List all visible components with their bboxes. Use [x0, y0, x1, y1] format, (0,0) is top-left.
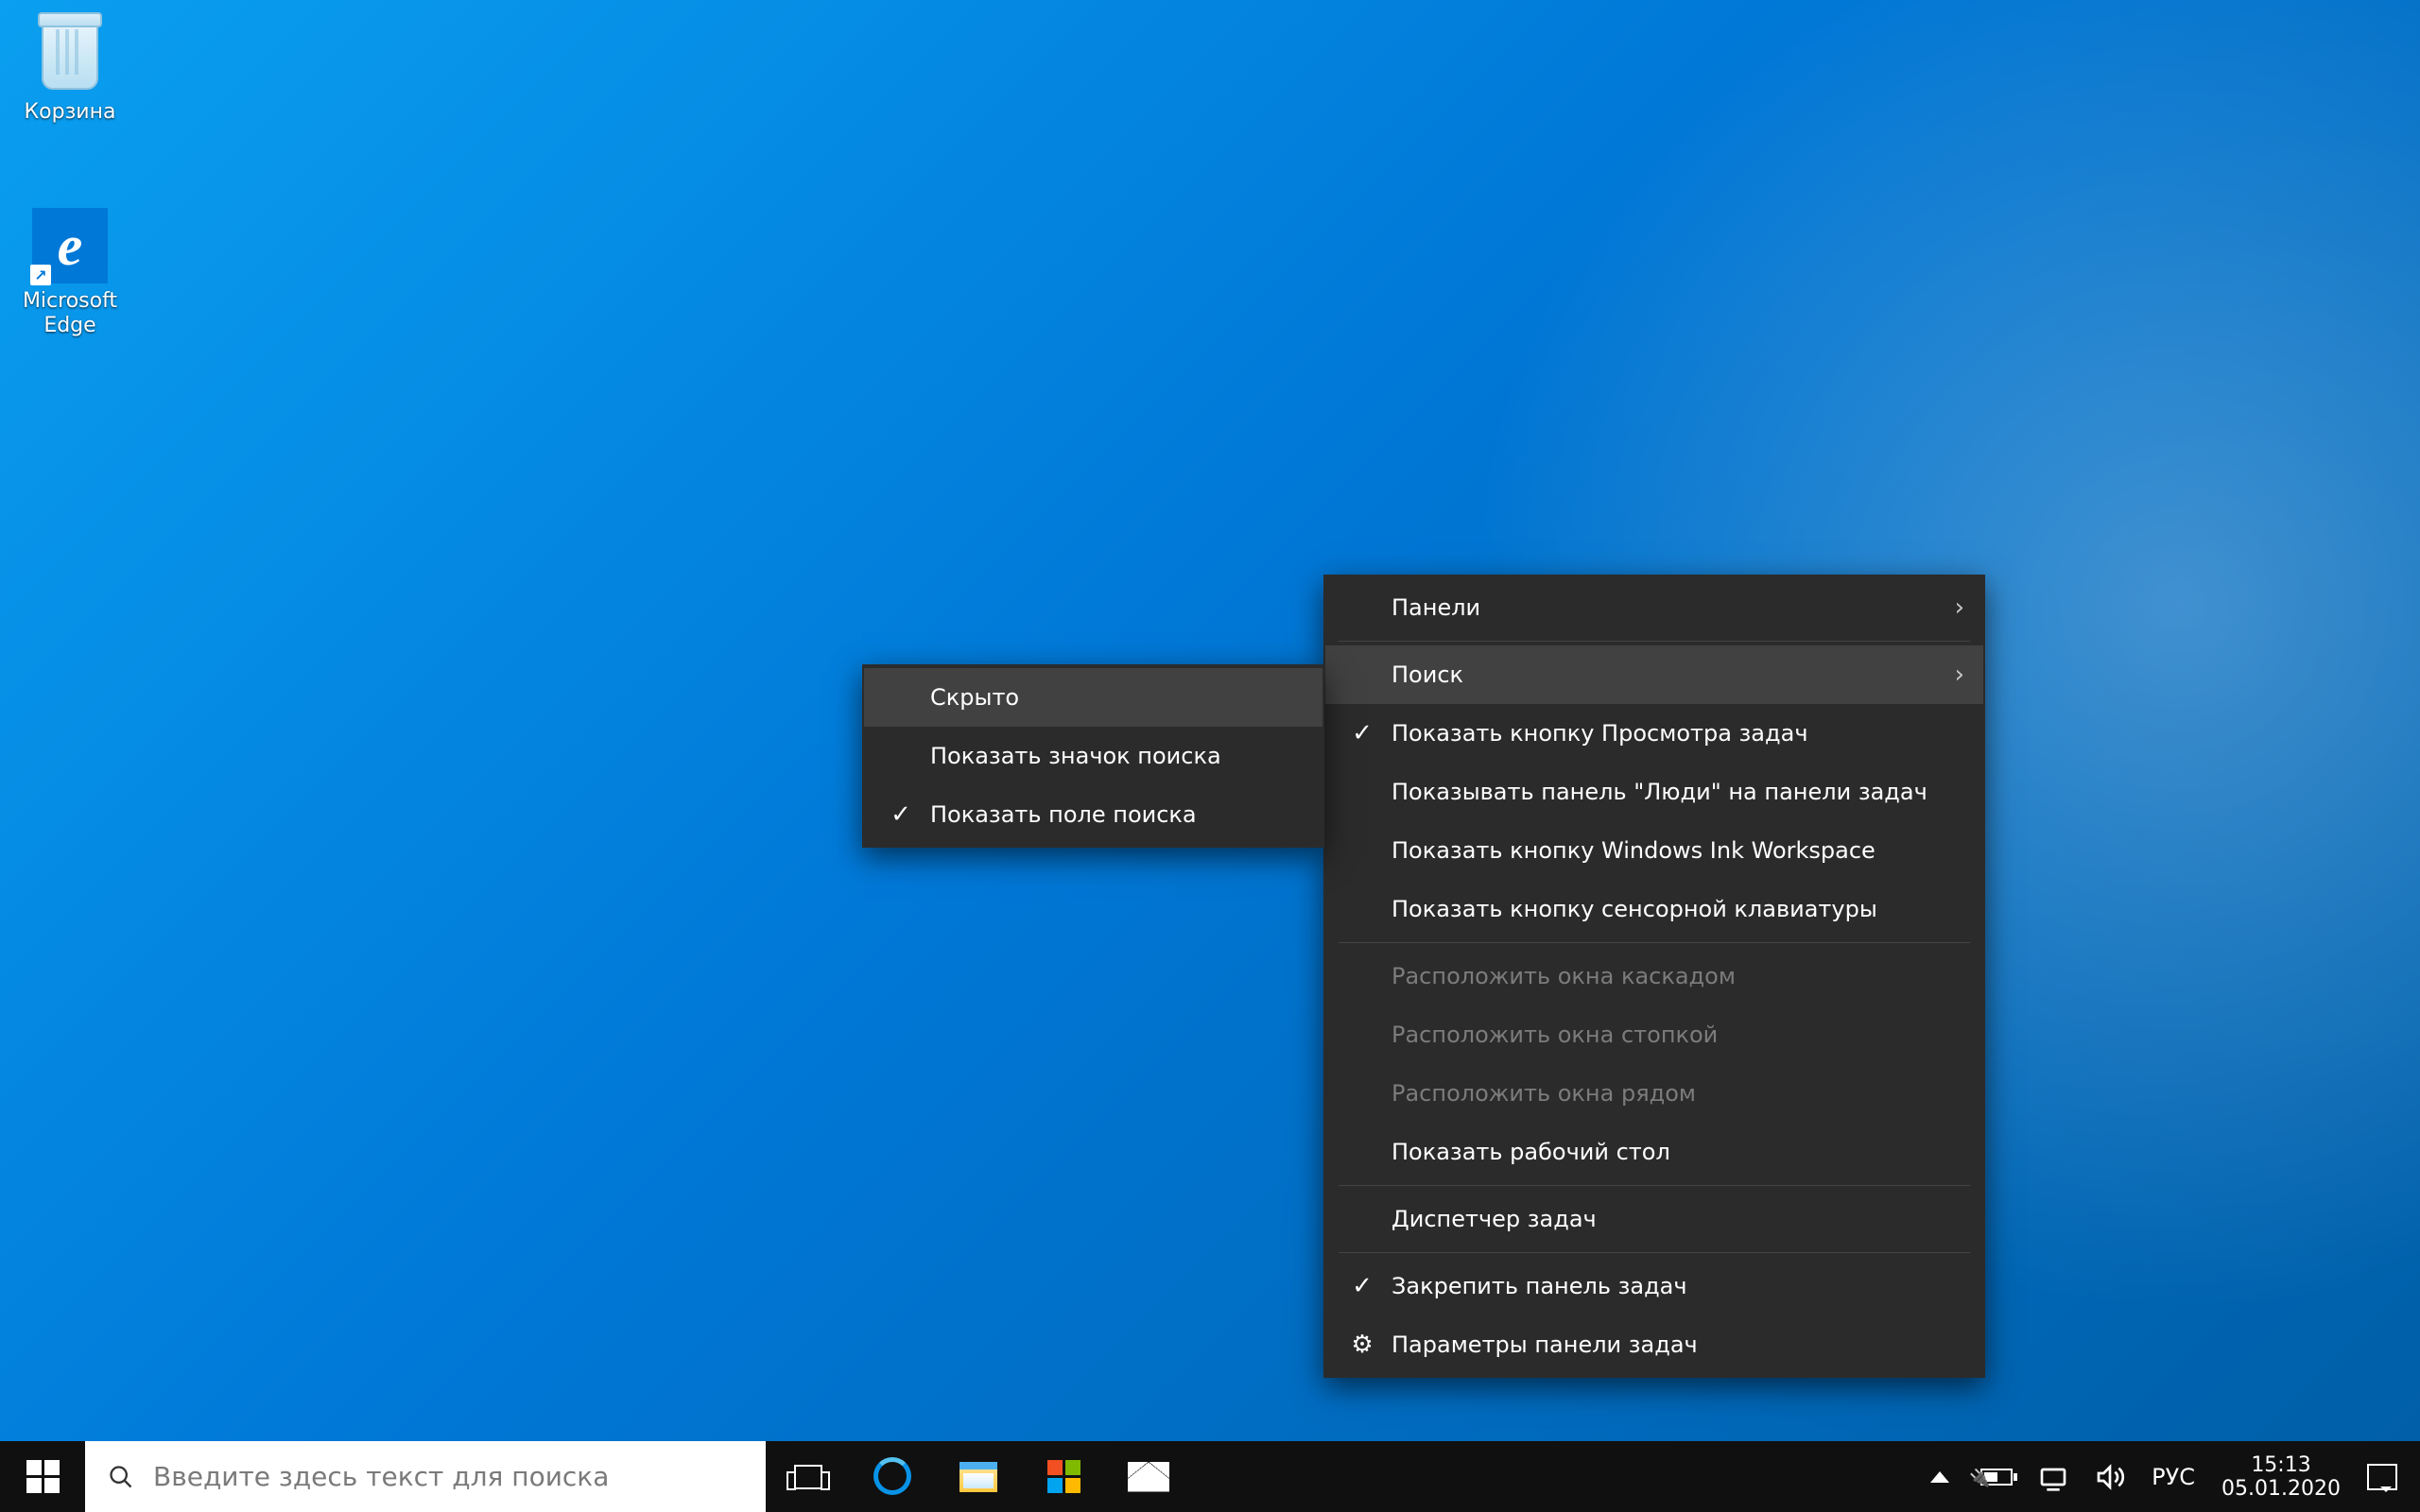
recycle-bin-icon — [42, 24, 98, 90]
menu-label: Скрыто — [930, 684, 1019, 711]
taskbar-app-explorer[interactable] — [936, 1441, 1021, 1512]
menu-separator — [1339, 641, 1970, 642]
taskbar: Введите здесь текст для поиска 🔌 РУС 15 — [0, 1441, 2420, 1512]
taskbar-spacer — [1191, 1441, 1911, 1512]
taskbar-app-store[interactable] — [1021, 1441, 1106, 1512]
menu-label: Показать кнопку Windows Ink Workspace — [1392, 837, 1876, 864]
start-button[interactable] — [0, 1441, 85, 1512]
desktop-icon-label: Корзина — [13, 100, 127, 125]
menu-lock-taskbar[interactable]: ✓ Закрепить панель задач — [1325, 1257, 1983, 1315]
action-center-icon — [2367, 1464, 2397, 1490]
gear-icon: ⚙ — [1346, 1331, 1378, 1359]
menu-search[interactable]: Поиск › — [1325, 645, 1983, 704]
menu-toolbars[interactable]: Панели › — [1325, 578, 1983, 637]
menu-show-task-view[interactable]: ✓ Показать кнопку Просмотра задач — [1325, 704, 1983, 763]
menu-stack-windows: Расположить окна стопкой — [1325, 1005, 1983, 1064]
menu-show-touch-keyboard[interactable]: Показать кнопку сенсорной клавиатуры — [1325, 880, 1983, 938]
battery-charging-icon: 🔌 — [1980, 1469, 2013, 1486]
menu-label: Расположить окна стопкой — [1392, 1022, 1718, 1048]
search-placeholder: Введите здесь текст для поиска — [153, 1461, 609, 1492]
search-submenu: Скрыто Показать значок поиска ✓ Показать… — [862, 664, 1324, 848]
menu-label: Показать кнопку сенсорной клавиатуры — [1392, 896, 1877, 922]
menu-label: Расположить окна каскадом — [1392, 963, 1736, 989]
microsoft-store-icon — [1047, 1460, 1080, 1493]
desktop-edge-shortcut[interactable]: e ↗ Microsoft Edge — [13, 208, 127, 339]
menu-show-ink-workspace[interactable]: Показать кнопку Windows Ink Workspace — [1325, 821, 1983, 880]
language-code: РУС — [2152, 1464, 2195, 1490]
submenu-show-search-box[interactable]: ✓ Показать поле поиска — [864, 785, 1322, 844]
tray-volume-button[interactable] — [2082, 1462, 2138, 1492]
menu-label: Расположить окна рядом — [1392, 1080, 1696, 1107]
menu-cascade-windows: Расположить окна каскадом — [1325, 947, 1983, 1005]
chevron-right-icon: › — [1955, 593, 1964, 622]
menu-side-by-side: Расположить окна рядом — [1325, 1064, 1983, 1123]
taskbar-app-mail[interactable] — [1106, 1441, 1191, 1512]
menu-label: Поиск — [1392, 662, 1463, 688]
desktop-icon-label: Microsoft Edge — [13, 289, 127, 339]
taskbar-app-edge[interactable] — [851, 1441, 936, 1512]
task-view-button[interactable] — [766, 1441, 851, 1512]
shortcut-overlay-icon: ↗ — [30, 265, 51, 285]
mail-icon — [1128, 1462, 1169, 1492]
menu-label: Показать кнопку Просмотра задач — [1392, 720, 1808, 747]
system-tray: 🔌 РУС 15:13 05.01.2020 — [1911, 1441, 2420, 1512]
tray-clock[interactable]: 15:13 05.01.2020 — [2208, 1453, 2354, 1501]
file-explorer-icon — [959, 1462, 997, 1492]
edge-icon: e ↗ — [32, 208, 108, 284]
submenu-hidden[interactable]: Скрыто — [864, 668, 1322, 727]
menu-separator — [1339, 1185, 1970, 1186]
check-icon: ✓ — [1346, 1272, 1378, 1300]
clock-date: 05.01.2020 — [2221, 1477, 2341, 1501]
menu-show-desktop[interactable]: Показать рабочий стол — [1325, 1123, 1983, 1181]
menu-label: Параметры панели задач — [1392, 1332, 1698, 1358]
menu-taskbar-settings[interactable]: ⚙ Параметры панели задач — [1325, 1315, 1983, 1374]
menu-label: Закрепить панель задач — [1392, 1273, 1687, 1299]
check-icon: ✓ — [885, 800, 917, 829]
menu-label: Показать поле поиска — [930, 801, 1197, 828]
tray-action-center-button[interactable] — [2354, 1464, 2411, 1490]
check-icon: ✓ — [1346, 719, 1378, 747]
taskbar-context-menu: Панели › Поиск › ✓ Показать кнопку Просм… — [1323, 575, 1985, 1378]
menu-label: Показать значок поиска — [930, 743, 1221, 769]
menu-task-manager[interactable]: Диспетчер задач — [1325, 1190, 1983, 1248]
menu-show-people[interactable]: Показывать панель "Люди" на панели задач — [1325, 763, 1983, 821]
tray-battery-button[interactable]: 🔌 — [1968, 1469, 2025, 1486]
network-icon — [2038, 1462, 2068, 1492]
taskbar-search-box[interactable]: Введите здесь текст для поиска — [85, 1441, 766, 1512]
windows-logo-icon — [26, 1460, 60, 1493]
tray-network-button[interactable] — [2025, 1462, 2082, 1492]
menu-separator — [1339, 1252, 1970, 1253]
submenu-show-search-icon[interactable]: Показать значок поиска — [864, 727, 1322, 785]
menu-label: Показать рабочий стол — [1392, 1139, 1670, 1165]
volume-icon — [2095, 1462, 2125, 1492]
menu-label: Показывать панель "Люди" на панели задач — [1392, 779, 1927, 805]
menu-label: Диспетчер задач — [1392, 1206, 1597, 1232]
menu-separator — [1339, 942, 1970, 943]
task-view-icon — [794, 1465, 822, 1489]
edge-icon — [873, 1457, 911, 1495]
tray-overflow-button[interactable] — [1911, 1471, 1968, 1483]
menu-label: Панели — [1392, 594, 1480, 621]
chevron-right-icon: › — [1955, 661, 1964, 689]
chevron-up-icon — [1930, 1471, 1949, 1483]
desktop-recycle-bin[interactable]: Корзина — [13, 19, 127, 125]
search-icon — [108, 1464, 134, 1490]
clock-time: 15:13 — [2251, 1453, 2310, 1477]
tray-language-button[interactable]: РУС — [2138, 1464, 2208, 1490]
